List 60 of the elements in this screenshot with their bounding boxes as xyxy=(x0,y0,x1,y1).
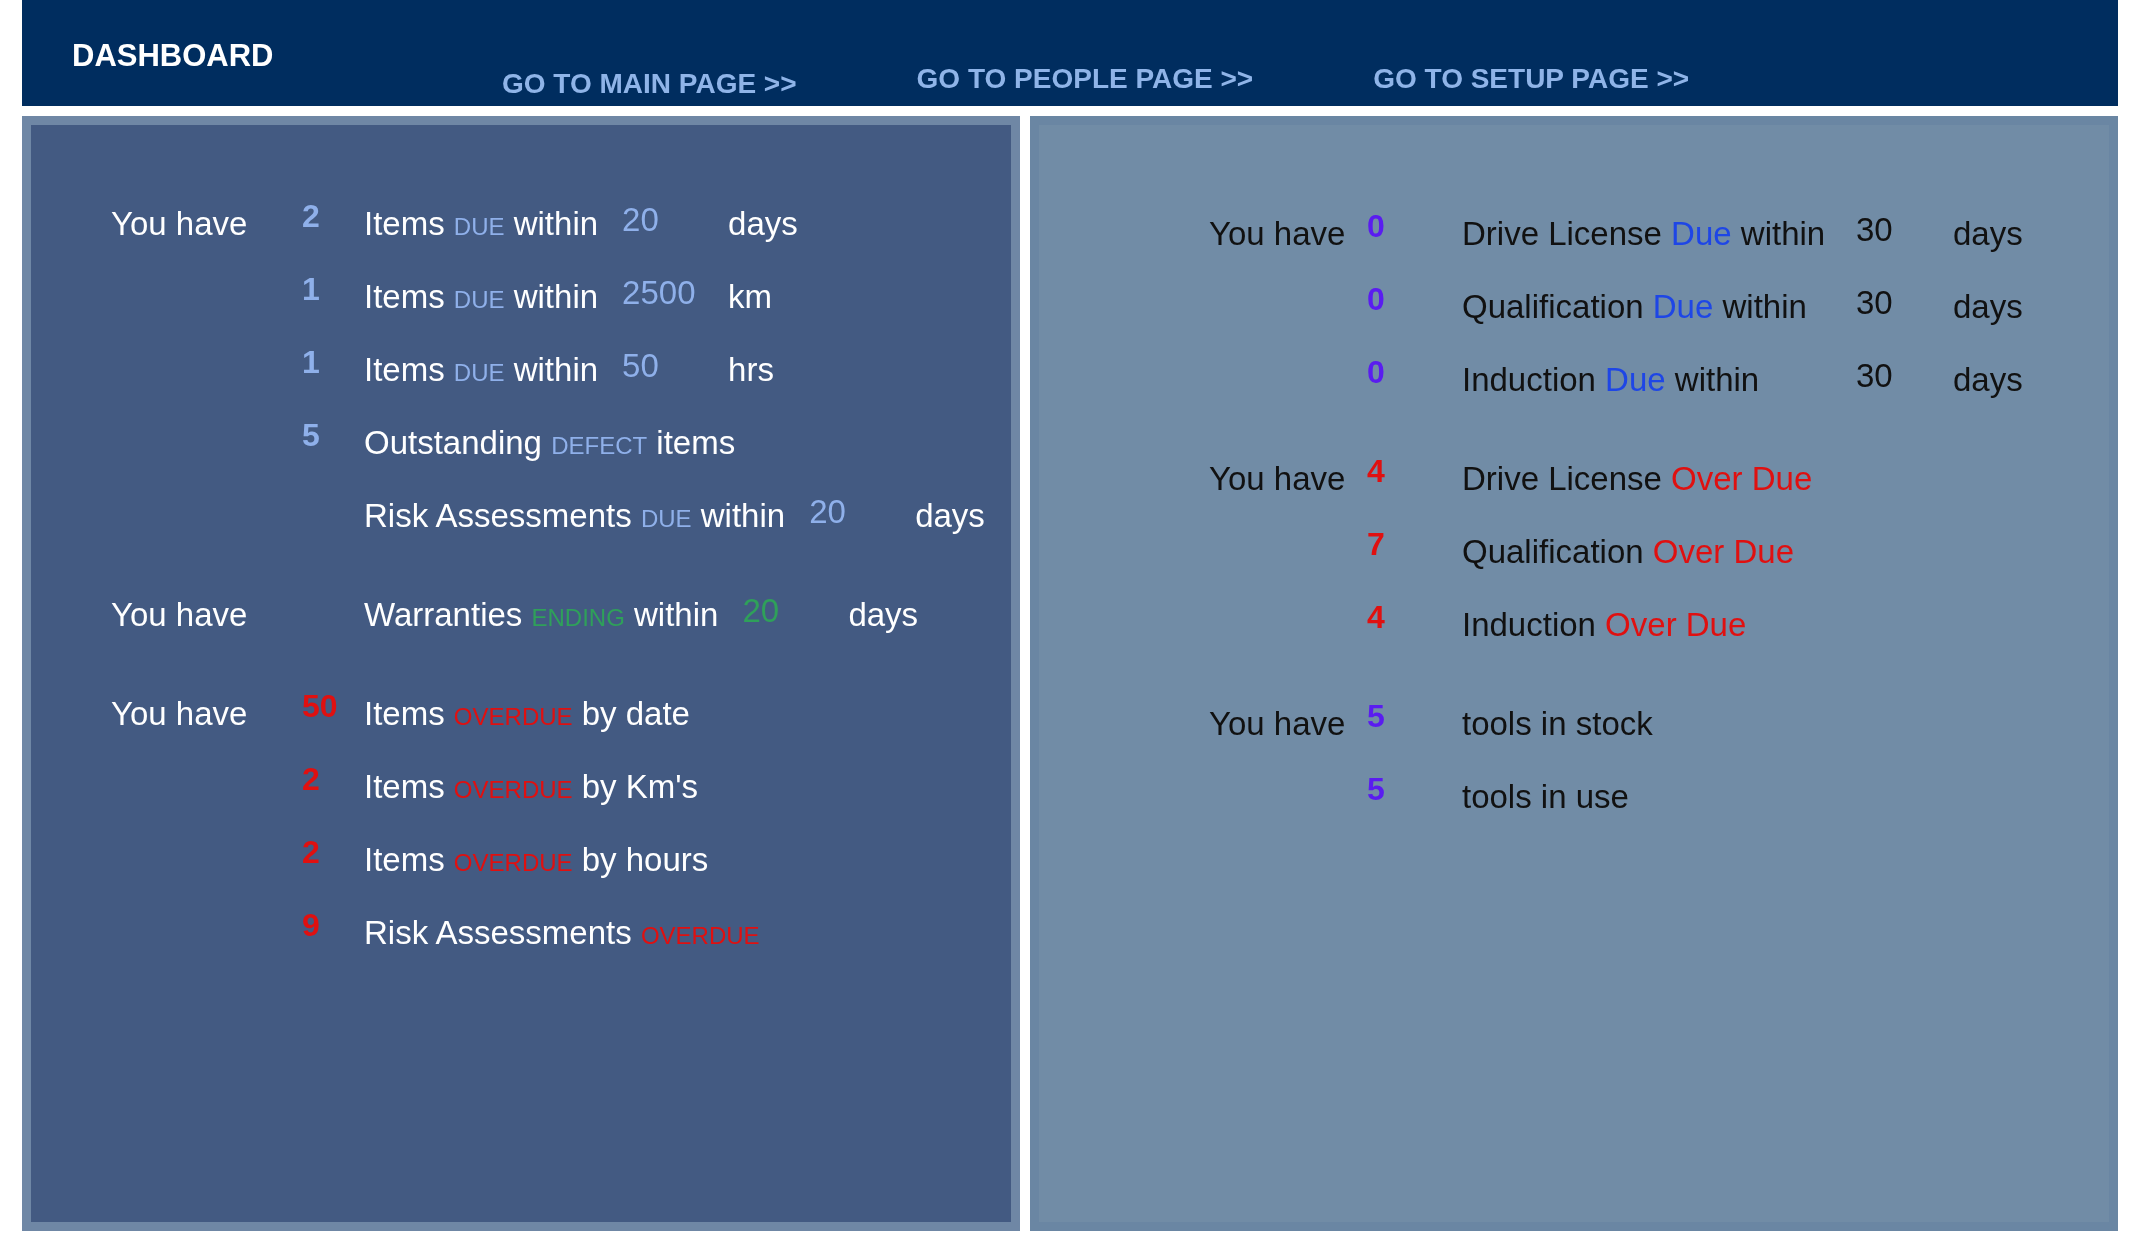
threshold-value: 20 xyxy=(742,592,781,630)
item-description: Items OVERDUE by hours xyxy=(364,841,709,879)
nav-link[interactable]: GO TO PEOPLE PAGE >> xyxy=(916,63,1254,100)
item-description: Items OVERDUE by Km's xyxy=(364,768,699,806)
unit-label: days xyxy=(728,205,798,243)
you-have-label: You have xyxy=(111,596,248,633)
unit-label: days xyxy=(1953,288,2023,326)
item-description: Induction Due within xyxy=(1462,361,1761,399)
item-description: tools in use xyxy=(1462,778,1629,816)
threshold-value: 30 xyxy=(1856,284,1894,322)
item-count: 5 xyxy=(1367,698,1385,735)
item-count: 9 xyxy=(302,907,320,944)
item-description: Drive License Due within xyxy=(1462,215,1827,253)
threshold-value: 2500 xyxy=(622,274,697,312)
item-count: 4 xyxy=(1367,599,1385,636)
item-description: Qualification Over Due xyxy=(1462,533,1794,571)
item-description: Items DUE within xyxy=(364,205,599,243)
item-description: Items OVERDUE by date xyxy=(364,695,690,733)
item-count: 5 xyxy=(302,417,320,454)
item-description: Induction Over Due xyxy=(1462,606,1747,644)
you-have-label: You have xyxy=(111,205,248,242)
threshold-value: 20 xyxy=(809,493,847,531)
unit-label: days xyxy=(915,497,985,535)
item-description: Risk Assessments DUE within xyxy=(364,497,786,535)
item-count: 0 xyxy=(1367,208,1385,245)
item-count: 1 xyxy=(302,344,320,381)
item-count: 2 xyxy=(302,834,320,871)
item-description: Qualification Due within xyxy=(1462,288,1808,326)
item-description: Warranties ENDING within xyxy=(364,596,719,634)
nav-link[interactable]: GO TO MAIN PAGE >> xyxy=(502,68,797,100)
item-count: 0 xyxy=(1367,354,1385,391)
threshold-value: 30 xyxy=(1856,357,1894,395)
item-count: 5 xyxy=(1367,771,1385,808)
item-count: 50 xyxy=(302,688,338,725)
threshold-value: 20 xyxy=(622,201,660,239)
threshold-value: 30 xyxy=(1856,211,1894,249)
item-description: Items DUE within xyxy=(364,351,599,389)
unit-label: hrs xyxy=(728,351,774,389)
item-count: 7 xyxy=(1367,526,1385,563)
unit-label: days xyxy=(848,596,919,634)
item-description: Drive License Over Due xyxy=(1462,460,1813,498)
unit-label: days xyxy=(1953,361,2023,399)
nav-link[interactable]: GO TO SETUP PAGE >> xyxy=(1373,63,1690,100)
you-have-label: You have xyxy=(1209,215,1346,252)
item-count: 4 xyxy=(1367,453,1385,490)
you-have-label: You have xyxy=(1209,460,1346,497)
threshold-value: 50 xyxy=(622,347,660,385)
you-have-label: You have xyxy=(1209,705,1346,742)
dashboard-title: DASHBOARD xyxy=(72,38,275,74)
item-count: 2 xyxy=(302,761,320,798)
item-count: 2 xyxy=(302,198,320,235)
item-description: Risk Assessments OVERDUE xyxy=(364,914,760,952)
item-count: 1 xyxy=(302,271,320,308)
item-description: Items DUE within xyxy=(364,278,599,316)
item-count: 0 xyxy=(1367,281,1385,318)
unit-label: km xyxy=(728,278,773,316)
item-description: Outstanding DEFECT items xyxy=(364,424,736,462)
you-have-label: You have xyxy=(111,695,248,732)
unit-label: days xyxy=(1953,215,2023,253)
item-description: tools in stock xyxy=(1462,705,1653,743)
